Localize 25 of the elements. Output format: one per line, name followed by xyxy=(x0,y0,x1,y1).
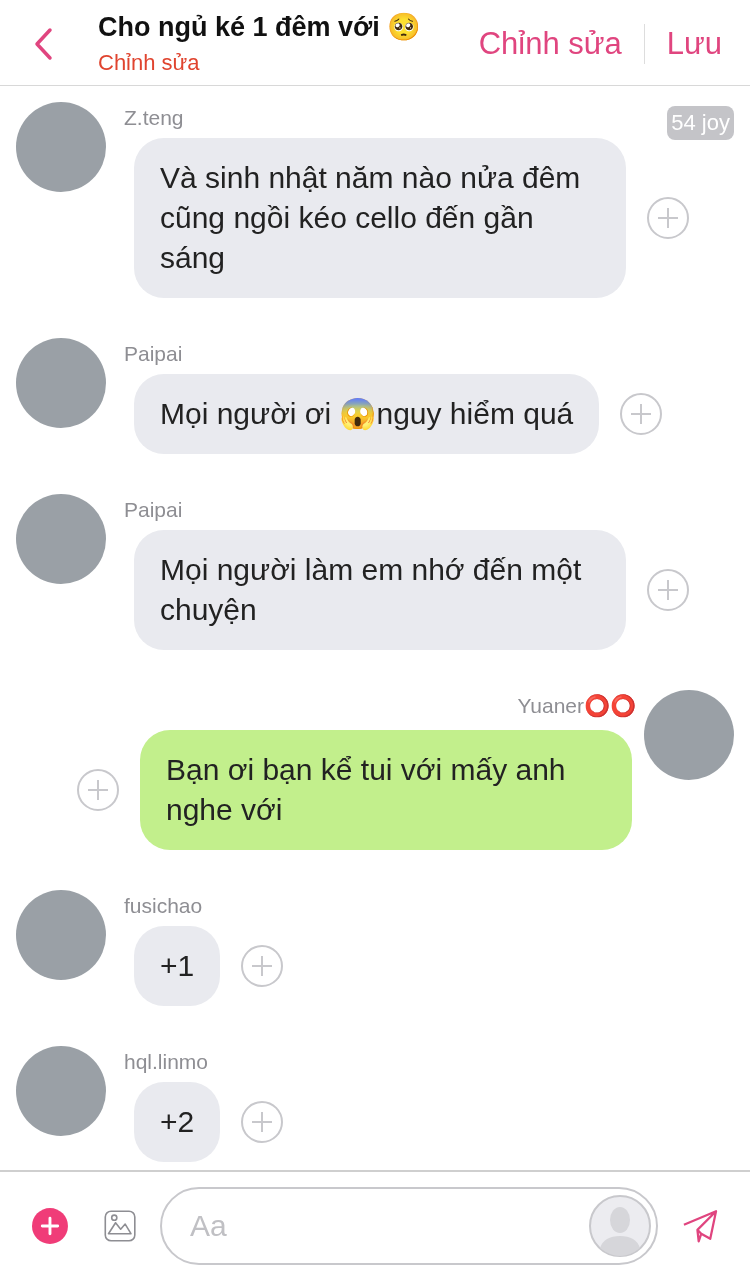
add-reaction-icon[interactable] xyxy=(646,568,690,612)
message-bubble: +2 xyxy=(134,1082,221,1162)
sender-name: Z.teng xyxy=(124,106,184,130)
message-bubble: +1 xyxy=(134,926,221,1006)
save-button[interactable]: Lưu xyxy=(658,26,730,62)
edit-link[interactable]: Chỉnh sửa xyxy=(98,50,471,76)
chat-title: Cho ngủ ké 1 đêm với 🥺 xyxy=(98,11,423,44)
add-reaction-icon[interactable] xyxy=(76,768,120,812)
person-silhouette-icon xyxy=(588,1194,653,1258)
add-reaction-icon[interactable] xyxy=(646,196,690,240)
message-input[interactable]: Aa xyxy=(160,1187,659,1265)
message-bubble: Mọi người làm em nhớ đến một chuyện xyxy=(134,530,626,650)
sender-name: Yuaner⭕⭕ xyxy=(517,694,636,718)
sender-name: Paipai xyxy=(124,342,183,366)
sender-name: hql.linmo xyxy=(124,1050,209,1074)
reaction-count: 54 joy xyxy=(667,106,734,140)
add-reaction-icon[interactable] xyxy=(240,1100,285,1144)
sender-name: Paipai xyxy=(124,498,183,522)
message-bubble: Bạn ơi bạn kể tui với mấy anh nghe với xyxy=(140,730,632,850)
message-bubble: Và sinh nhật năm nào nửa đêm cũng ngồi kéo cello đến gần sáng xyxy=(134,138,626,298)
add-reaction-icon[interactable] xyxy=(619,392,664,436)
edit-button[interactable]: Chỉnh sửa xyxy=(470,26,630,62)
add-reaction-icon[interactable] xyxy=(240,944,285,988)
sender-name: fusichao xyxy=(124,894,203,918)
message-bubble: Mọi người ơi 😱nguy hiểm quá xyxy=(134,374,600,454)
